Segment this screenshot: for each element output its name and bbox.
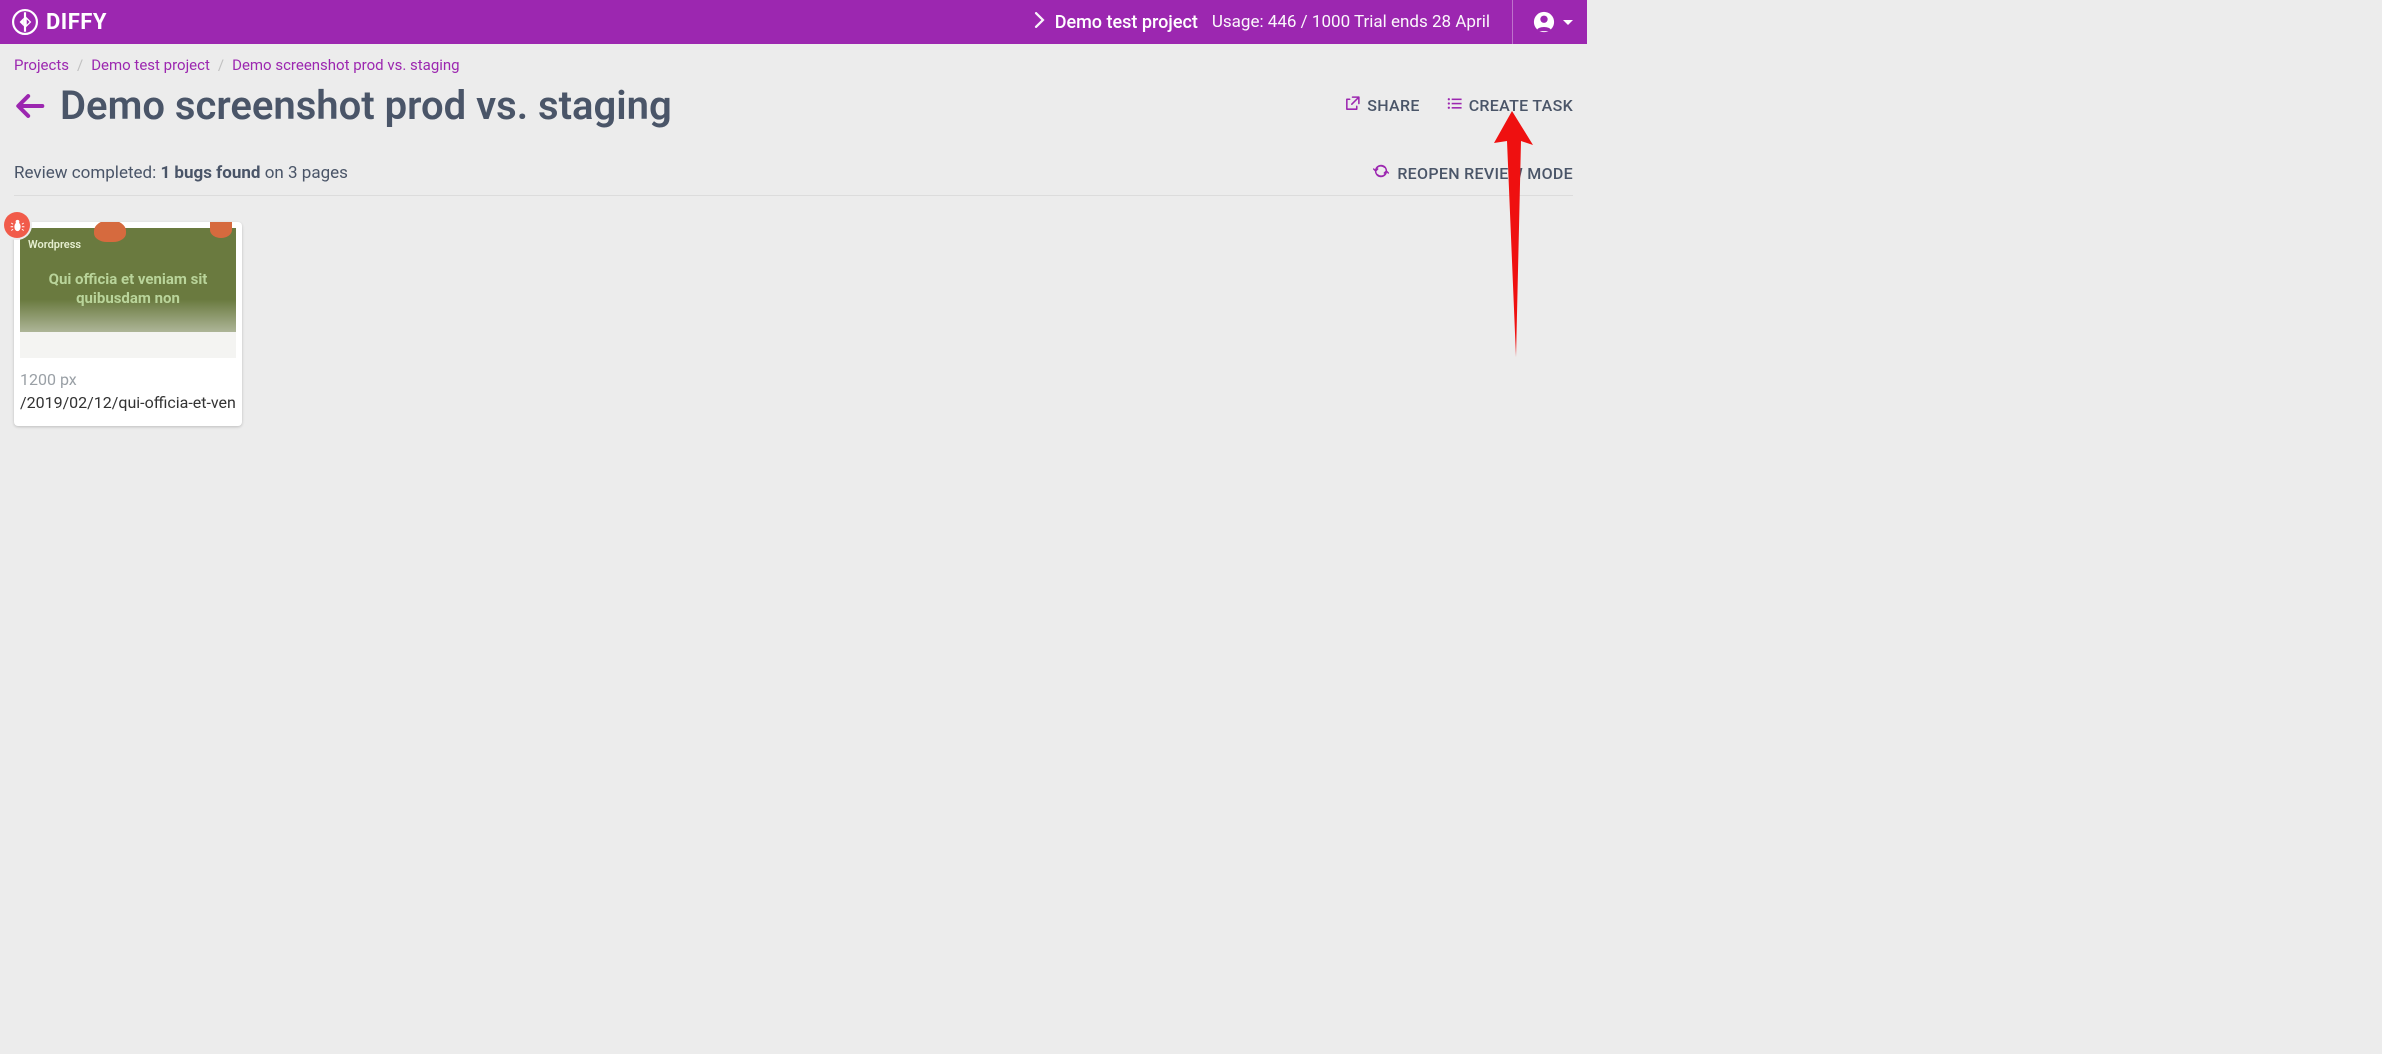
title-actions: SHARE CREATE TASK — [1344, 95, 1573, 116]
user-avatar-icon — [1533, 11, 1555, 33]
brand-text: DIFFY — [46, 10, 107, 35]
title-row: Demo screenshot prod vs. staging SHARE C… — [14, 82, 1573, 129]
card-breakpoint: 1200 px — [20, 370, 236, 389]
user-menu[interactable] — [1512, 0, 1573, 44]
review-status: Review completed: 1 bugs found on 3 page… — [14, 163, 348, 183]
reopen-label: REOPEN REVIEW MODE — [1397, 164, 1573, 183]
refresh-icon — [1373, 163, 1389, 183]
screenshot-card[interactable]: Wordpress Qui officia et veniam sit quib… — [14, 222, 242, 426]
cards-grid: Wordpress Qui officia et veniam sit quib… — [14, 222, 1573, 426]
main-content: Projects / Demo test project / Demo scre… — [0, 44, 1587, 456]
thumb-site-label: Wordpress — [28, 238, 81, 251]
status-prefix: Review completed: — [14, 163, 160, 183]
card-path: /2019/02/12/qui-officia-et-veniam- — [20, 393, 236, 412]
breadcrumb-link-projects[interactable]: Projects — [14, 56, 69, 74]
thumb-decor — [210, 222, 232, 238]
thumb-headline: Qui officia et veniam sit quibusdam non — [20, 270, 236, 308]
breadcrumb: Projects / Demo test project / Demo scre… — [14, 56, 1573, 74]
bug-badge — [4, 212, 30, 238]
share-icon — [1344, 95, 1361, 116]
breadcrumb-separator: / — [218, 56, 224, 74]
card-wrap: Wordpress Qui officia et veniam sit quib… — [14, 222, 242, 426]
nav-project-name: Demo test project — [1055, 12, 1198, 33]
breadcrumb-separator: / — [77, 56, 83, 74]
create-task-label: CREATE TASK — [1469, 96, 1573, 115]
share-button[interactable]: SHARE — [1344, 95, 1419, 116]
brand[interactable]: DIFFY — [12, 9, 107, 35]
caret-down-icon — [1563, 20, 1573, 25]
status-row: Review completed: 1 bugs found on 3 page… — [14, 163, 1573, 196]
status-bugs: 1 bugs found — [160, 163, 260, 183]
breadcrumb-link-project[interactable]: Demo test project — [91, 56, 210, 74]
card-thumbnail: Wordpress Qui officia et veniam sit quib… — [20, 228, 236, 358]
title-left: Demo screenshot prod vs. staging — [14, 82, 672, 129]
status-suffix: on 3 pages — [261, 163, 348, 183]
chevron-right-icon — [1034, 12, 1045, 33]
reopen-review-button[interactable]: REOPEN REVIEW MODE — [1373, 163, 1573, 183]
navbar: DIFFY Demo test project Usage: 446 / 100… — [0, 0, 1587, 44]
nav-project-selector[interactable]: Demo test project — [1034, 12, 1198, 33]
thumb-bottom-strip — [20, 332, 236, 358]
page-title: Demo screenshot prod vs. staging — [60, 82, 672, 129]
navbar-right: Demo test project Usage: 446 / 1000 Tria… — [1034, 0, 1573, 44]
breadcrumb-link-current[interactable]: Demo screenshot prod vs. staging — [232, 56, 460, 74]
back-arrow-icon[interactable] — [14, 89, 48, 123]
thumb-decor — [94, 222, 126, 242]
brand-logo-icon — [12, 9, 38, 35]
bug-icon — [10, 218, 25, 233]
list-icon — [1446, 95, 1463, 116]
nav-usage-text: Usage: 446 / 1000 Trial ends 28 April — [1212, 12, 1490, 32]
card-meta: 1200 px /2019/02/12/qui-officia-et-venia… — [14, 358, 242, 426]
share-label: SHARE — [1367, 96, 1419, 115]
create-task-button[interactable]: CREATE TASK — [1446, 95, 1573, 116]
